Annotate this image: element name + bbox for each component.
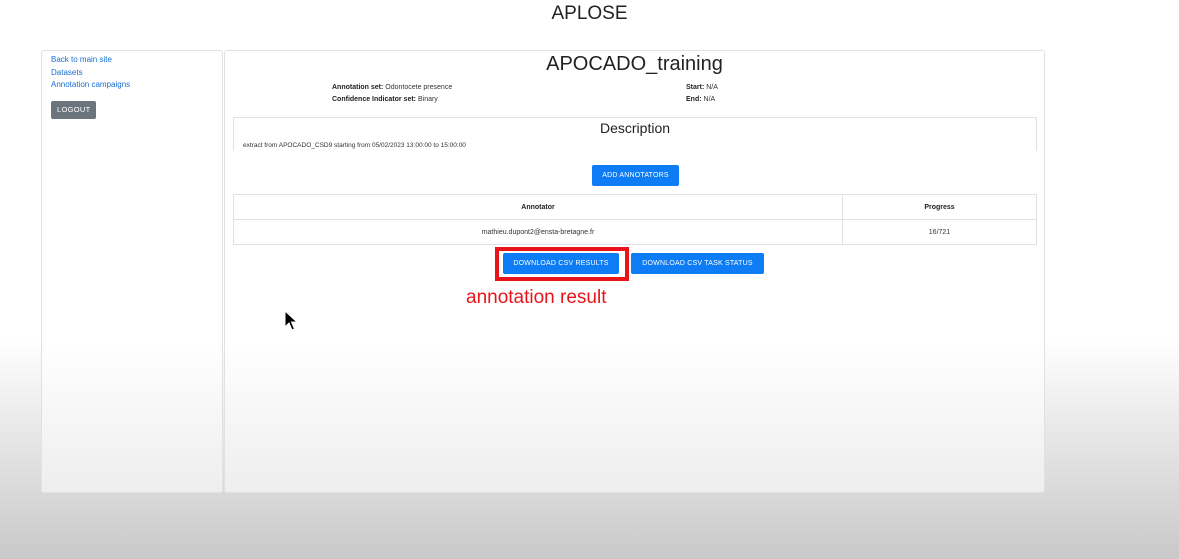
annotation-set-value: Odontocete presence <box>385 84 453 91</box>
sidebar-link-back-to-main-site[interactable]: Back to main site <box>51 54 222 67</box>
add-annotators-button[interactable]: ADD ANNOTATORS <box>592 165 679 186</box>
start-row: Start: N/A <box>686 82 718 94</box>
sidebar: Back to main site Datasets Annotation ca… <box>41 50 223 493</box>
description-text: extract from APOCADO_CSD9 starting from … <box>243 142 466 149</box>
mouse-cursor-icon <box>284 309 300 337</box>
description-card: Description extract from APOCADO_CSD9 st… <box>233 117 1037 151</box>
sidebar-link-datasets[interactable]: Datasets <box>51 67 222 80</box>
campaign-meta-left: Annotation set: Odontocete presence Conf… <box>332 82 452 106</box>
confidence-set-row: Confidence Indicator set: Binary <box>332 94 452 106</box>
table-row: mathieu.dupont2@ensta-bretagne.fr 16/721 <box>233 219 1037 245</box>
annotation-result-label: annotation result <box>466 287 607 308</box>
logout-button[interactable]: LOGOUT <box>51 100 97 119</box>
start-value: N/A <box>706 84 718 91</box>
column-header-progress: Progress <box>842 194 1037 220</box>
annotation-set-label: Annotation set: <box>332 84 384 91</box>
sidebar-link-annotation-campaigns[interactable]: Annotation campaigns <box>51 79 222 92</box>
confidence-set-value: Binary <box>417 96 438 103</box>
start-label: Start: <box>686 84 705 91</box>
download-csv-task-status-button[interactable]: DOWNLOAD CSV TASK STATUS <box>631 253 764 274</box>
annotator-progress-cell: 16/721 <box>842 219 1037 245</box>
end-label: End: <box>686 96 702 103</box>
campaign-title: APOCADO_training <box>546 53 723 75</box>
description-title: Description <box>599 120 671 136</box>
end-value: N/A <box>703 96 716 103</box>
highlight-box <box>495 247 629 281</box>
campaign-meta-right: Start: N/A End: N/A <box>686 82 718 106</box>
annotators-table: Annotator Progress mathieu.dupont2@ensta… <box>233 194 1037 245</box>
app-title: APLOSE <box>551 3 628 24</box>
confidence-set-label: Confidence Indicator set: <box>332 96 417 103</box>
table-header-row: Annotator Progress <box>233 194 1037 220</box>
annotation-set-row: Annotation set: Odontocete presence <box>332 82 452 94</box>
column-header-annotator: Annotator <box>233 194 843 220</box>
annotator-email-cell: mathieu.dupont2@ensta-bretagne.fr <box>233 219 843 245</box>
end-row: End: N/A <box>686 94 718 106</box>
